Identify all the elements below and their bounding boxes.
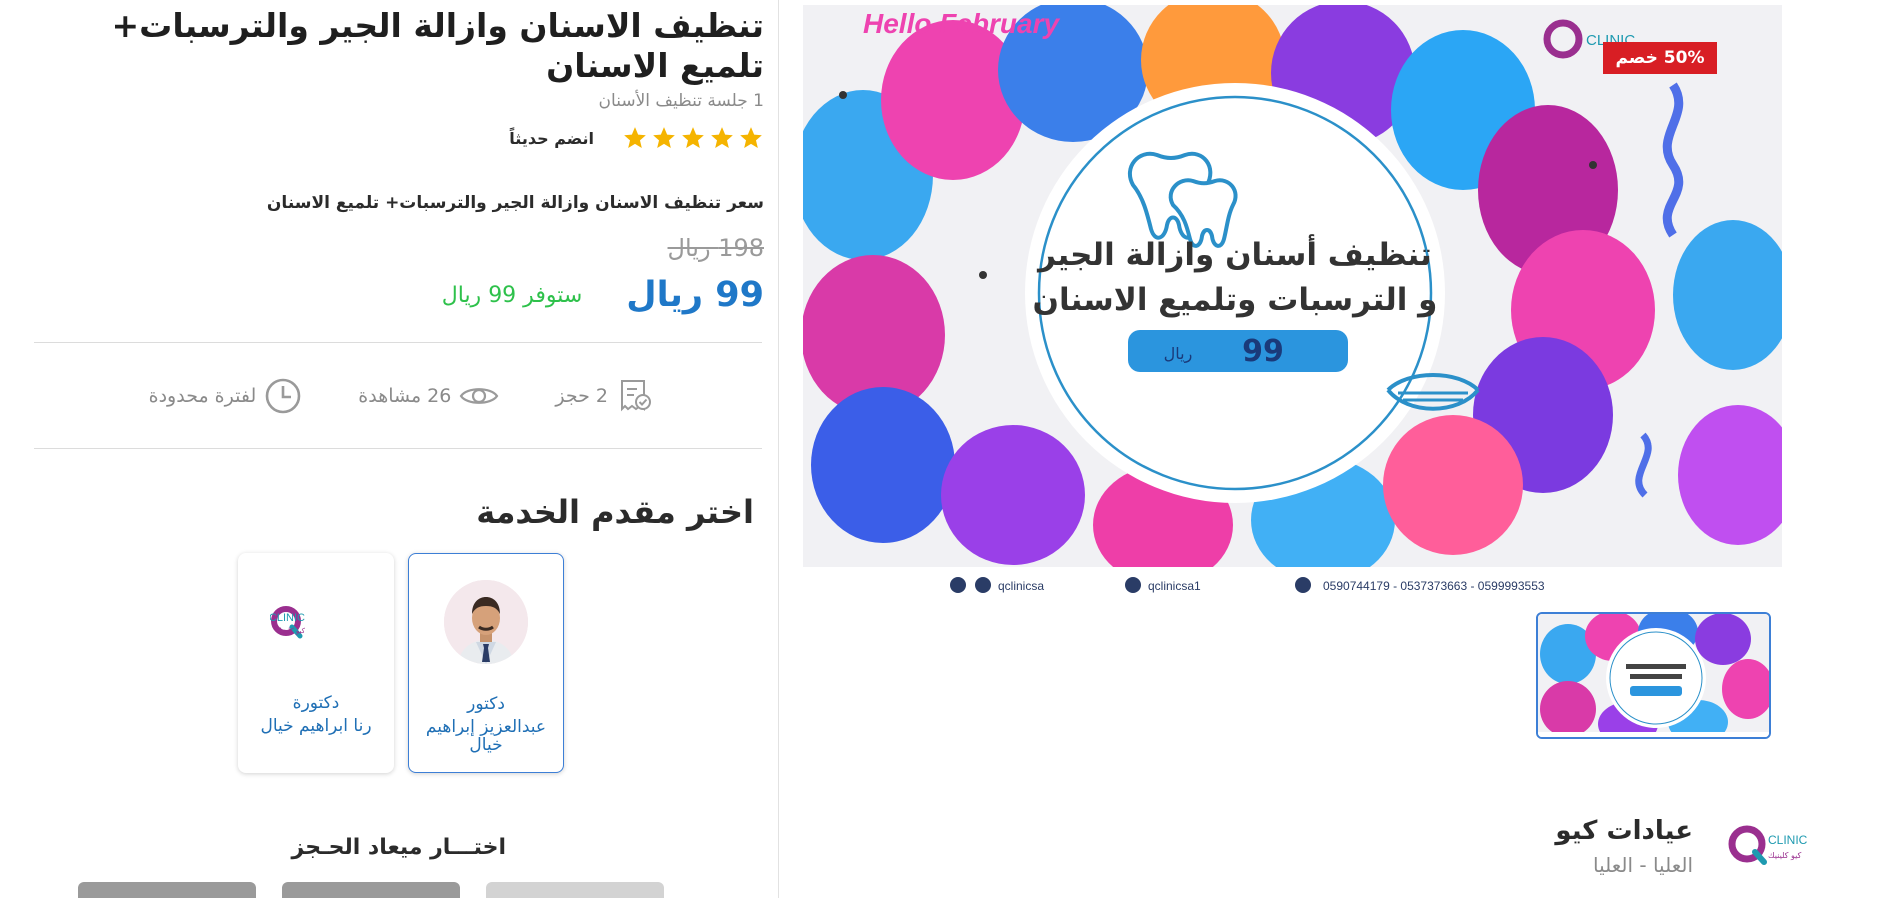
provider-role: دكتور xyxy=(467,694,505,714)
bookings-stat: 2 حجز xyxy=(555,377,654,415)
svg-text:و الترسبات وتلميع الاسنان: و الترسبات وتلميع الاسنان xyxy=(1033,282,1438,318)
clock-icon xyxy=(265,378,301,414)
time-slot-button[interactable] xyxy=(78,882,256,898)
column-divider xyxy=(778,0,779,898)
time-slots xyxy=(78,882,664,898)
clinic-logo-icon: CLINIC كيو كلينيك xyxy=(266,579,366,663)
svg-text:CLINIC: CLINIC xyxy=(1768,833,1808,847)
clinic-name[interactable]: عيادات كيو xyxy=(1555,816,1693,846)
limited-label: لفترة محدودة xyxy=(148,385,257,407)
provider-card-rana[interactable]: CLINIC كيو كلينيك دكتورة رنا ابراهيم خيا… xyxy=(238,553,394,773)
star-rating xyxy=(622,125,764,151)
svg-text:0590744179 - 0537373663 - 0599: 0590744179 - 0537373663 - 0599993553 xyxy=(1323,579,1545,593)
provider-role: دكتورة xyxy=(292,693,340,713)
promo-graphic: تنظيف أسنان وازالة الجير و الترسبات وتلم… xyxy=(803,5,1782,597)
offer-subtitle: 1 جلسة تنظيف الأسنان xyxy=(598,91,764,111)
booking-title: اختـــار ميعاد الحـجز xyxy=(291,835,506,860)
offer-title: تنظيف الاسنان وازالة الجير والترسبات+ تل… xyxy=(111,6,764,85)
svg-text:qclinicsa: qclinicsa xyxy=(998,579,1044,593)
provider-name: عبدالعزيز إبراهيم خيال xyxy=(425,717,547,755)
divider xyxy=(34,342,762,343)
limited-stat: لفترة محدودة xyxy=(149,377,303,415)
thumbnail-graphic xyxy=(1538,614,1769,737)
old-price: 198 ريال xyxy=(667,234,764,262)
price-title: سعر تنظيف الاسنان وازالة الجير والترسبات… xyxy=(266,193,764,213)
svg-text:qclinicsa1: qclinicsa1 xyxy=(1148,579,1201,593)
clinic-location: العليا - العليا xyxy=(1592,853,1693,877)
offer-image[interactable]: تنظيف أسنان وازالة الجير و الترسبات وتلم… xyxy=(803,5,1782,597)
image-thumbnail[interactable] xyxy=(1536,612,1771,739)
star-icon xyxy=(740,127,762,148)
doctor-avatar xyxy=(444,580,528,664)
offer-details: تنظيف الاسنان وازالة الجير والترسبات+ تل… xyxy=(28,0,764,898)
providers-title: اختر مقدم الخدمة xyxy=(476,493,754,531)
star-icon xyxy=(624,127,646,148)
time-slot-button[interactable] xyxy=(282,882,460,898)
new-price: 99 ريال xyxy=(626,275,764,315)
divider xyxy=(34,448,762,449)
provider-name: رنا ابراهيم خيال xyxy=(260,716,372,736)
svg-text:CLINIC: CLINIC xyxy=(270,612,305,624)
doctor-photo xyxy=(444,580,528,664)
join-label: انضم حديثاً xyxy=(509,128,594,148)
svg-text:كيو كلينيك: كيو كلينيك xyxy=(1768,851,1802,860)
provider-card-abdulaziz[interactable]: دكتور عبدالعزيز إبراهيم خيال xyxy=(408,553,564,773)
svg-text:Hello February: Hello February xyxy=(863,8,1060,39)
offer-stats: 2 حجز 26 مشاهدة لفترة محدودة xyxy=(149,373,654,419)
clinic-logo[interactable]: CLINIC كيو كلينيك xyxy=(1713,808,1815,888)
eye-icon xyxy=(460,388,499,404)
svg-text:كيو كلينيك: كيو كلينيك xyxy=(276,627,306,635)
time-slot-button[interactable] xyxy=(486,882,664,898)
svg-text:تنظيف أسنان وازالة الجير: تنظيف أسنان وازالة الجير xyxy=(1036,234,1432,273)
svg-text:ريال: ريال xyxy=(1164,344,1193,364)
svg-text:99: 99 xyxy=(1242,334,1284,369)
star-icon xyxy=(653,127,675,148)
discount-badge: 50% خصم xyxy=(1603,42,1717,74)
receipt-icon xyxy=(621,380,651,412)
price-row: 99 ريال ستوفر 99 ريال xyxy=(442,272,764,318)
savings-text: ستوفر 99 ريال xyxy=(441,282,583,308)
views-stat: 26 مشاهدة xyxy=(358,383,499,409)
views-count: 26 مشاهدة xyxy=(358,385,452,407)
bookings-count: 2 حجز xyxy=(555,385,608,407)
provider-list: دكتور عبدالعزيز إبراهيم خيال CLINIC كيو … xyxy=(238,553,564,773)
rating-row: انضم حديثاً xyxy=(509,122,764,154)
star-icon xyxy=(711,127,733,148)
star-icon xyxy=(682,127,704,148)
